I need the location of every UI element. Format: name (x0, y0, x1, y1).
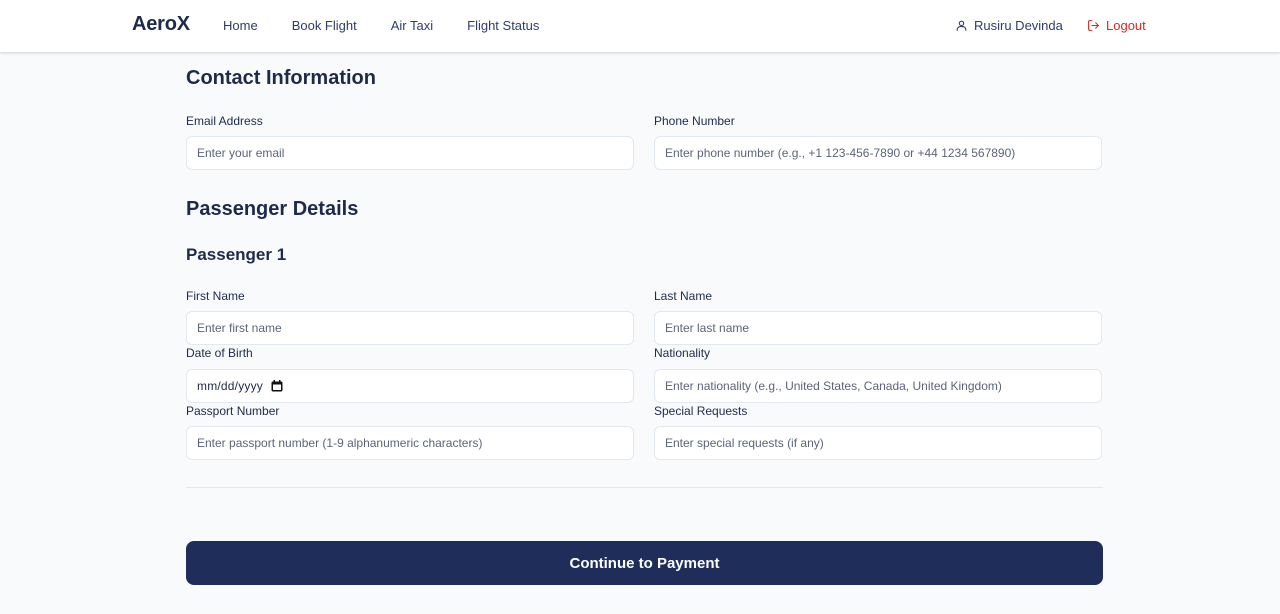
email-label: Email Address (186, 114, 263, 128)
dob-value: mm/dd/yyyy (197, 379, 264, 393)
nav-link-home[interactable]: Home (223, 18, 258, 33)
top-navbar: AeroX Home Book Flight Air Taxi Flight S… (0, 0, 1280, 52)
user-name: Rusiru Devinda (974, 18, 1063, 33)
passenger-1-title: Passenger 1 (186, 245, 287, 264)
phone-label: Phone Number (654, 114, 735, 128)
contact-section-title: Contact Information (186, 67, 376, 89)
brand-logo[interactable]: AeroX (132, 13, 190, 36)
first-name-field[interactable] (186, 311, 634, 345)
dob-label: Date of Birth (186, 346, 253, 360)
logout-button[interactable]: Logout (1087, 18, 1146, 33)
passport-label: Passport Number (186, 404, 280, 418)
nationality-field[interactable] (654, 369, 1102, 403)
first-name-label: First Name (186, 289, 245, 303)
user-icon (956, 20, 967, 31)
logout-label: Logout (1106, 18, 1146, 33)
nav-links: Home Book Flight Air Taxi Flight Status (223, 18, 573, 33)
passport-field[interactable] (186, 426, 634, 460)
calendar-icon[interactable] (271, 380, 283, 392)
nationality-label: Nationality (654, 346, 711, 360)
email-field[interactable] (186, 136, 634, 170)
nav-link-book-flight[interactable]: Book Flight (292, 18, 357, 33)
logout-icon (1088, 20, 1099, 31)
section-divider (186, 487, 1103, 488)
nav-link-flight-status[interactable]: Flight Status (467, 18, 539, 33)
continue-to-payment-button[interactable]: Continue to Payment (186, 541, 1103, 585)
phone-field[interactable] (654, 136, 1102, 170)
last-name-label: Last Name (654, 289, 713, 303)
dob-field[interactable]: mm/dd/yyyy (186, 369, 634, 403)
special-requests-label: Special Requests (654, 404, 748, 418)
last-name-field[interactable] (654, 311, 1102, 345)
user-menu[interactable]: Rusiru Devinda (955, 18, 1063, 33)
nav-link-air-taxi[interactable]: Air Taxi (391, 18, 433, 33)
passenger-section-title: Passenger Details (186, 198, 359, 220)
special-requests-field[interactable] (654, 426, 1102, 460)
